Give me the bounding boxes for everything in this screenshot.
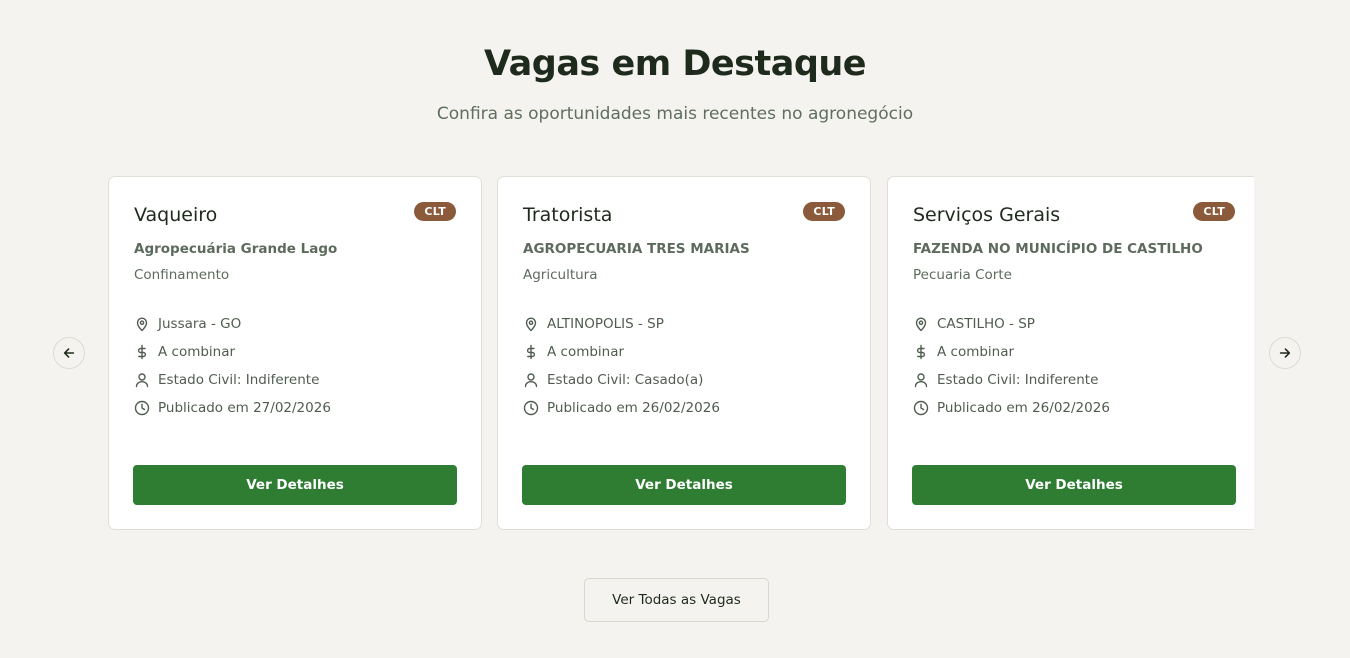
location-text: Jussara - GO — [158, 316, 242, 332]
view-details-button[interactable]: Ver Detalhes — [912, 465, 1236, 505]
job-title: Tratorista — [523, 204, 613, 226]
map-pin-icon — [134, 316, 150, 332]
salary-text: A combinar — [547, 344, 625, 360]
company-name: AGROPECUARIA TRES MARIAS — [523, 241, 750, 257]
published-text: Publicado em 27/02/2026 — [158, 400, 331, 416]
dollar-icon — [913, 344, 929, 360]
civil-status-text: Estado Civil: Indiferente — [158, 372, 320, 388]
job-info-list: Jussara - GO A combinar Estado Civil: In… — [134, 310, 331, 422]
contract-badge: CLT — [1193, 202, 1235, 221]
user-icon — [523, 372, 539, 388]
clock-icon — [523, 400, 539, 416]
job-title: Vaqueiro — [134, 204, 218, 226]
view-all-jobs-button[interactable]: Ver Todas as Vagas — [584, 578, 769, 622]
carousel-prev-button[interactable] — [53, 337, 85, 369]
user-icon — [134, 372, 150, 388]
job-info-list: CASTILHO - SP A combinar Estado Civil: I… — [913, 310, 1110, 422]
job-sector: Agricultura — [523, 267, 598, 283]
job-card: Tratorista CLT AGROPECUARIA TRES MARIAS … — [497, 176, 871, 530]
location-text: ALTINOPOLIS - SP — [547, 316, 664, 332]
location-row: CASTILHO - SP — [913, 310, 1110, 338]
civil-status-row: Estado Civil: Indiferente — [134, 366, 331, 394]
contract-badge: CLT — [803, 202, 845, 221]
location-row: Jussara - GO — [134, 310, 331, 338]
location-row: ALTINOPOLIS - SP — [523, 310, 720, 338]
user-icon — [913, 372, 929, 388]
published-text: Publicado em 26/02/2026 — [547, 400, 720, 416]
dollar-icon — [134, 344, 150, 360]
civil-status-text: Estado Civil: Indiferente — [937, 372, 1099, 388]
published-row: Publicado em 26/02/2026 — [913, 394, 1110, 422]
company-name: Agropecuária Grande Lago — [134, 241, 338, 257]
section-title: Vagas em Destaque — [483, 44, 867, 84]
published-text: Publicado em 26/02/2026 — [937, 400, 1110, 416]
view-details-button[interactable]: Ver Detalhes — [133, 465, 457, 505]
civil-status-text: Estado Civil: Casado(a) — [547, 372, 704, 388]
job-sector: Pecuaria Corte — [913, 267, 1012, 283]
section-subtitle: Confira as oportunidades mais recentes n… — [436, 104, 914, 124]
carousel-track: Vaqueiro CLT Agropecuária Grande Lago Co… — [108, 176, 1254, 531]
salary-text: A combinar — [158, 344, 236, 360]
company-name: FAZENDA NO MUNICÍPIO DE CASTILHO — [913, 241, 1203, 257]
job-sector: Confinamento — [134, 267, 230, 283]
published-row: Publicado em 26/02/2026 — [523, 394, 720, 422]
arrow-right-icon — [1278, 346, 1292, 360]
civil-status-row: Estado Civil: Casado(a) — [523, 366, 720, 394]
location-text: CASTILHO - SP — [937, 316, 1035, 332]
dollar-icon — [523, 344, 539, 360]
job-title: Serviços Gerais — [913, 204, 1061, 226]
map-pin-icon — [913, 316, 929, 332]
job-card: Vaqueiro CLT Agropecuária Grande Lago Co… — [108, 176, 482, 530]
salary-text: A combinar — [937, 344, 1015, 360]
civil-status-row: Estado Civil: Indiferente — [913, 366, 1110, 394]
job-card: Serviços Gerais CLT FAZENDA NO MUNICÍPIO… — [887, 176, 1254, 530]
clock-icon — [913, 400, 929, 416]
arrow-left-icon — [62, 346, 76, 360]
view-details-button[interactable]: Ver Detalhes — [522, 465, 846, 505]
salary-row: A combinar — [134, 338, 331, 366]
published-row: Publicado em 27/02/2026 — [134, 394, 331, 422]
carousel-next-button[interactable] — [1269, 337, 1301, 369]
clock-icon — [134, 400, 150, 416]
jobs-carousel: Vaqueiro CLT Agropecuária Grande Lago Co… — [108, 176, 1254, 531]
contract-badge: CLT — [414, 202, 456, 221]
salary-row: A combinar — [913, 338, 1110, 366]
salary-row: A combinar — [523, 338, 720, 366]
map-pin-icon — [523, 316, 539, 332]
job-info-list: ALTINOPOLIS - SP A combinar Estado Civil… — [523, 310, 720, 422]
